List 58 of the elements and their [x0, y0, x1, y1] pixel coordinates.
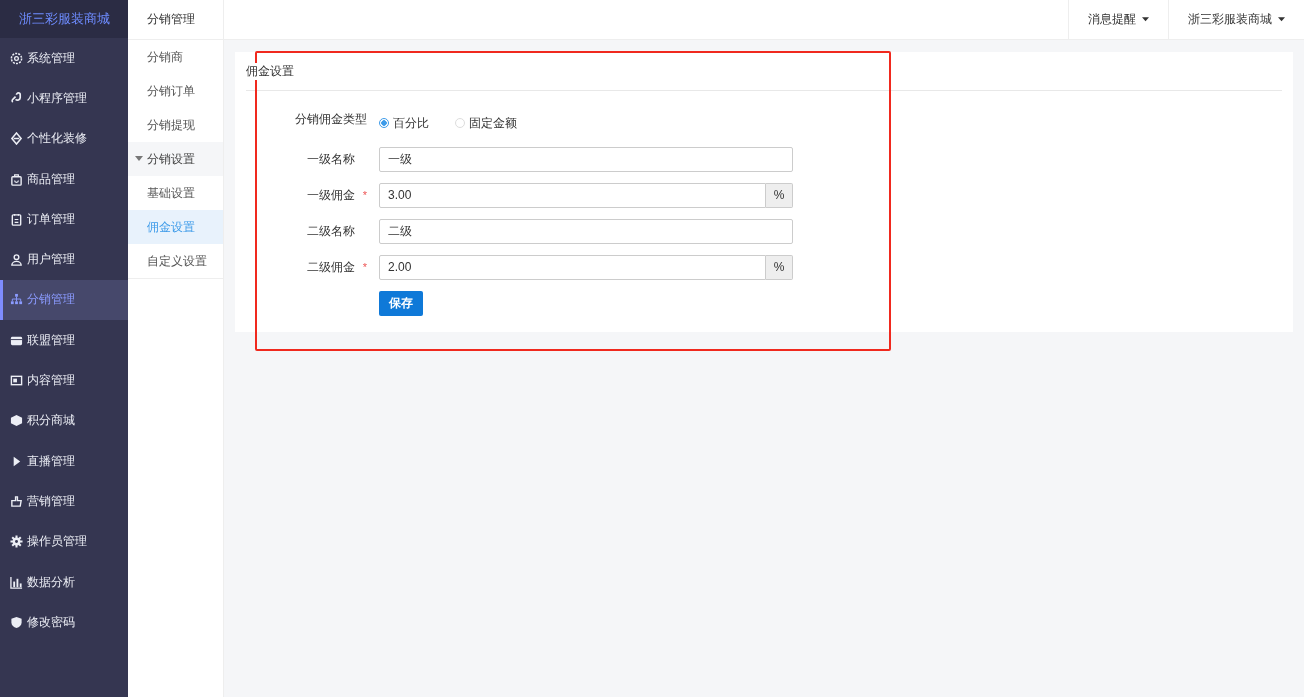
- sidebar-item[interactable]: 小程序管理: [0, 78, 128, 119]
- radio-option[interactable]: 百分比: [379, 114, 429, 132]
- sidebar-item[interactable]: 操作员管理: [0, 521, 128, 562]
- sidebar-item[interactable]: 积分商城: [0, 400, 128, 441]
- cog-icon: [10, 535, 23, 549]
- save-button[interactable]: 保存: [379, 290, 423, 316]
- field-label: 分销佣金类型: [294, 111, 368, 128]
- unit-addon: %: [766, 182, 793, 208]
- top-menu[interactable]: 消息提醒: [1068, 0, 1168, 39]
- cube-icon: [10, 414, 23, 428]
- text-field[interactable]: 3.00: [379, 182, 766, 208]
- submenu-item[interactable]: 自定义设置: [128, 244, 223, 278]
- caret-icon: [1278, 17, 1285, 22]
- sidebar-item[interactable]: 个性化装修: [0, 118, 128, 159]
- submenu-item[interactable]: 分销订单: [128, 74, 223, 108]
- required-mark: *: [361, 261, 367, 273]
- caret-icon: [1142, 17, 1149, 22]
- bag-icon: [10, 172, 23, 186]
- unit-addon: %: [766, 254, 793, 280]
- required-mark: *: [361, 189, 367, 201]
- panel-title: 佣金设置: [246, 62, 294, 80]
- text-field[interactable]: 一级: [379, 146, 793, 172]
- sidebar-item[interactable]: 商品管理: [0, 158, 128, 200]
- sidebar-item[interactable]: 修改密码: [0, 602, 128, 643]
- user-icon: [10, 253, 23, 267]
- sidebar-item[interactable]: 数据分析: [0, 561, 128, 603]
- chart-icon: [10, 575, 23, 589]
- submenu-group[interactable]: 分销设置: [128, 142, 223, 176]
- radio-button[interactable]: [379, 118, 389, 128]
- field-label: 二级名称: [307, 222, 355, 240]
- shield-icon: [10, 615, 23, 629]
- field-label: 二级佣金: [307, 258, 355, 276]
- brand-title: 浙三彩服装商城: [0, 0, 128, 38]
- gear-icon: [10, 51, 23, 65]
- sidebar-item[interactable]: 用户管理: [0, 239, 128, 280]
- panel-icon: [10, 374, 23, 387]
- sidebar-item[interactable]: 直播管理: [0, 440, 128, 482]
- field-label: 一级佣金: [307, 186, 355, 204]
- field-label: 一级名称: [307, 150, 355, 168]
- clipboard-icon: [10, 212, 23, 226]
- submenu-item[interactable]: 基础设置: [128, 176, 223, 210]
- text-field[interactable]: 2.00: [379, 254, 766, 280]
- sidebar-item[interactable]: 系统管理: [0, 38, 128, 79]
- submenu-item[interactable]: 分销提现: [128, 108, 223, 142]
- sitemap-icon: [10, 293, 23, 307]
- diamond-icon: [10, 132, 23, 146]
- caret-icon: [135, 156, 143, 162]
- text-field[interactable]: 二级: [379, 218, 793, 244]
- sidebar-item[interactable]: 订单管理: [0, 199, 128, 240]
- top-menu[interactable]: 浙三彩服装商城: [1168, 0, 1304, 39]
- submenu-title: 分销管理: [128, 0, 223, 40]
- sidebar-item[interactable]: 营销管理: [0, 481, 128, 522]
- link-icon: [10, 91, 23, 105]
- sidebar-item[interactable]: 分销管理: [0, 279, 128, 321]
- submenu-item[interactable]: 分销商: [128, 40, 223, 74]
- radio-option[interactable]: 固定金额: [455, 114, 517, 132]
- sidebar-item[interactable]: 联盟管理: [0, 320, 128, 361]
- sidebar-item[interactable]: 内容管理: [0, 360, 128, 401]
